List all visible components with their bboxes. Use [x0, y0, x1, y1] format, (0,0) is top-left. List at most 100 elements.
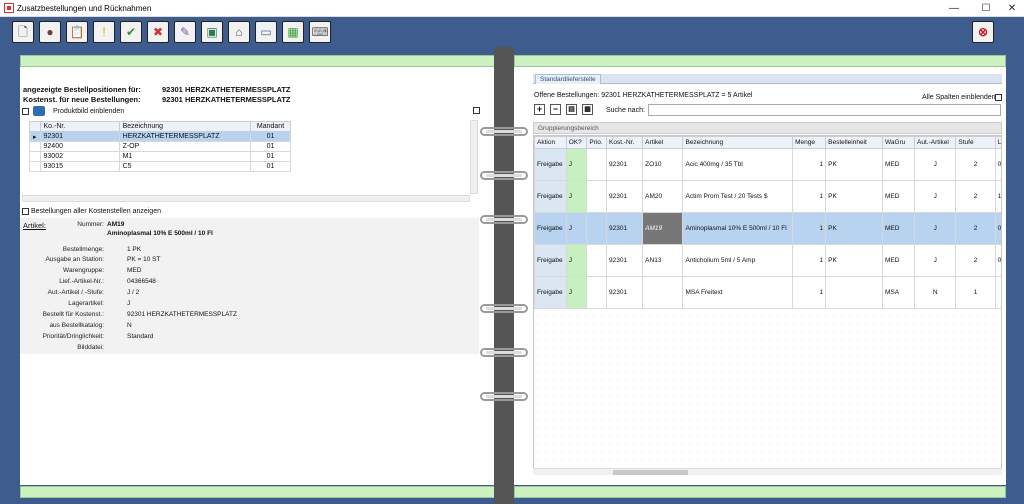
pencil-button[interactable]: ✎: [174, 21, 196, 43]
grid-col-header[interactable]: Lf.-Artik: [994, 136, 1001, 149]
window-icon: ▭: [260, 25, 272, 39]
new-document-button[interactable]: 🗋: [12, 21, 34, 43]
group-button[interactable]: ▤: [566, 104, 577, 115]
add-row-button[interactable]: +: [534, 104, 545, 115]
scrollbar-thumb[interactable]: [613, 470, 688, 475]
balls-button[interactable]: ●: [39, 21, 61, 43]
detail-key: Nummer:: [77, 221, 104, 228]
table-cell: Z-OP: [118, 141, 252, 152]
all-cost-centers-checkbox[interactable]: [22, 208, 29, 215]
grid-cell: [586, 180, 607, 213]
release-action-button[interactable]: Freigabe: [534, 276, 567, 309]
open-orders-label: Offene Bestellungen: 92301 HERZKATHETERM…: [534, 92, 753, 99]
table-cell: C5: [118, 161, 252, 172]
release-action-button[interactable]: Freigabe: [534, 212, 567, 245]
row-indicator: [29, 151, 41, 162]
exit-button[interactable]: ⊗: [972, 21, 994, 43]
grid-cell: 92301: [605, 148, 644, 181]
balls-icon: ●: [46, 25, 54, 39]
check-button[interactable]: ✔: [120, 21, 142, 43]
grid-cell: MED: [881, 180, 916, 213]
cancel-button[interactable]: ✖: [147, 21, 169, 43]
close-button[interactable]: ✕: [1002, 2, 1022, 15]
grid-cell: [642, 276, 684, 309]
release-action-button[interactable]: Freigabe: [534, 148, 567, 181]
col-header-ko-nr[interactable]: Ko.-Nr.: [39, 121, 120, 132]
cost-center-horizontal-scrollbar[interactable]: [22, 195, 470, 202]
grid-cell: 1: [792, 148, 827, 181]
clipboard-icon: 📋: [69, 25, 85, 39]
grid-row[interactable]: Freigabe J 92301 AM20 Actim Prom Test / 20 T…: [534, 180, 1001, 213]
new-orders-costcenter-label: Kostenst. für neue Bestellungen:: [23, 95, 141, 104]
binder-ring: [480, 348, 528, 357]
table-cell: 01: [250, 161, 291, 172]
row-indicator: ▸: [29, 131, 41, 142]
grouping-area[interactable]: Gruppierungsbereich: [533, 122, 1002, 134]
grid-col-header[interactable]: Kost.-Nr.: [605, 136, 644, 149]
keyboard-button[interactable]: ⌨: [309, 21, 331, 43]
grid-col-header[interactable]: Bezeichnung: [682, 136, 794, 149]
clipboard-button[interactable]: 📋: [66, 21, 88, 43]
article-link[interactable]: Artikel:: [23, 221, 46, 230]
grid-cell: 101020: [994, 180, 1001, 213]
grid-col-header[interactable]: Aktion: [534, 136, 567, 149]
all-columns-checkbox[interactable]: [995, 94, 1002, 101]
release-action-button[interactable]: Freigabe: [534, 244, 567, 277]
release-action-button[interactable]: Freigabe: [534, 180, 567, 213]
table-row[interactable]: 93002 M1 01: [29, 151, 291, 162]
row-indicator: [29, 161, 41, 172]
grid-row[interactable]: Freigabe J 92301 MSA Freitext 1 MSA N 1: [534, 276, 1001, 309]
table-row[interactable]: 92400 Z-OP 01: [29, 141, 291, 152]
grid-button[interactable]: ▦: [582, 104, 593, 115]
binder-spine: [494, 47, 514, 504]
grid-col-header[interactable]: WaGru: [881, 136, 916, 149]
grid-cell: 1: [792, 244, 827, 277]
grid-col-header[interactable]: Prio.: [586, 136, 607, 149]
detail-key: Warengruppe:: [63, 267, 104, 274]
table-row[interactable]: ▸ 92301 HERZKATHETERMESSPLATZ 01: [29, 131, 291, 142]
minimize-button[interactable]: —: [944, 2, 964, 15]
warning-button[interactable]: !: [93, 21, 115, 43]
table-row[interactable]: 93015 C5 01: [29, 161, 291, 172]
grid-col-header[interactable]: Menge: [792, 136, 827, 149]
grid-cell: MED: [881, 212, 916, 245]
toolbar: 🗋 ● 📋! ✔ ✖ ✎ ▣ ⌂ ▭ ▦ ⌨ ⊗: [0, 17, 1024, 47]
top-right-checkbox[interactable]: [473, 107, 480, 114]
shown-positions-label: angezeigte Bestellpositionen für:: [23, 85, 141, 94]
detail-value: 1 PK: [127, 246, 142, 253]
detail-key: Bestellmenge:: [62, 246, 104, 253]
grid-col-header[interactable]: Stufe: [955, 136, 996, 149]
left-top-green-bar: [20, 55, 495, 67]
check-icon: ✔: [125, 25, 137, 39]
grid-row[interactable]: Freigabe J 92301 AN13 Anticholium 5ml / 5 Am…: [534, 244, 1001, 277]
grid-cell: [825, 276, 883, 309]
book-button[interactable]: ▣: [201, 21, 223, 43]
grid-col-header[interactable]: OK?: [565, 136, 588, 149]
window-button[interactable]: ▭: [255, 21, 277, 43]
right-top-green-bar: [514, 55, 1006, 67]
house-button[interactable]: ⌂: [228, 21, 250, 43]
search-input[interactable]: [648, 104, 1001, 116]
grid-col-header[interactable]: Bestelleinheit: [825, 136, 883, 149]
map-button[interactable]: ▦: [282, 21, 304, 43]
grid-cell: PK: [825, 244, 883, 277]
window-title: Zusatzbestellungen und Rücknahmen: [17, 4, 152, 13]
remove-row-button[interactable]: −: [550, 104, 561, 115]
tab-standardlieferstelle[interactable]: Standardlieferstelle: [535, 74, 601, 84]
orders-grid-horizontal-scrollbar[interactable]: [533, 468, 1002, 475]
product-image-checkbox[interactable]: [22, 108, 29, 115]
cost-center-vertical-scrollbar[interactable]: [470, 120, 478, 194]
table-cell: 92400: [39, 141, 120, 152]
all-columns-label: Alle Spalten einblenden: [922, 94, 996, 101]
grid-cell: J: [914, 212, 957, 245]
grid-row[interactable]: Freigabe J 92301 ZO10 Acic 400mg / 35 Tbl 1 PK…: [534, 148, 1001, 181]
detail-key: Bestellt für Kostenst.:: [42, 311, 104, 318]
maximize-button[interactable]: ☐: [976, 2, 996, 15]
col-header-bezeichnung[interactable]: Bezeichnung: [118, 121, 252, 132]
grid-col-header[interactable]: Aut.-Artikel: [914, 136, 957, 149]
grid-cell: 1: [792, 276, 827, 309]
grid-col-header[interactable]: Artikel: [642, 136, 684, 149]
col-header-mandant[interactable]: Mandant: [250, 121, 291, 132]
table-cell: 01: [250, 141, 291, 152]
grid-row[interactable]: Freigabe J 92301 AM19 Aminoplasmal 10% E 500…: [534, 212, 1001, 245]
